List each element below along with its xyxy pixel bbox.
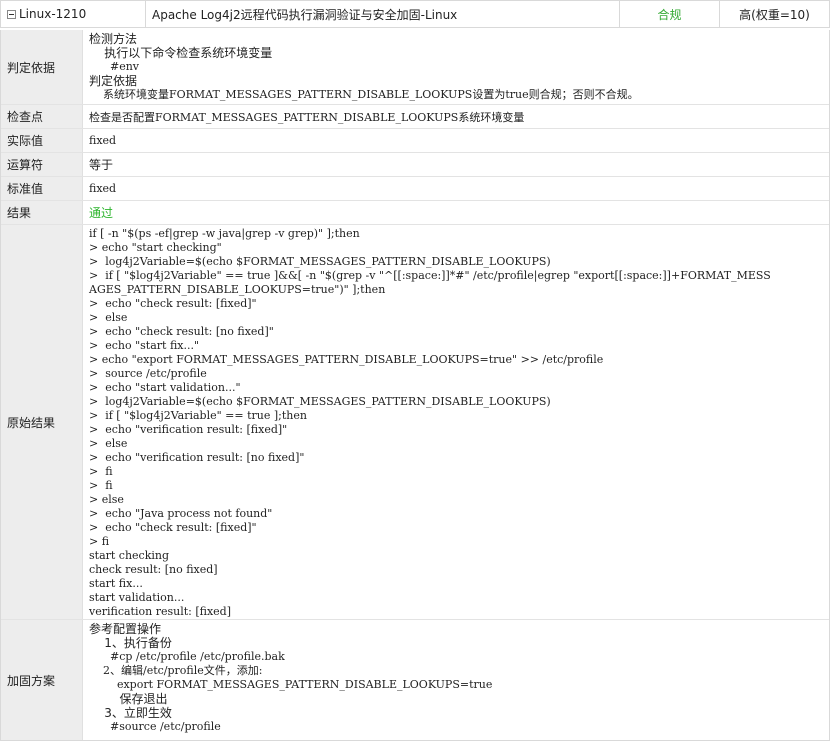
raw-line: > fi (89, 479, 113, 492)
fix-plan-value: 参考配置操作 1、执行备份 #cp /etc/profile /etc/prof… (83, 620, 829, 740)
fix-line: #source /etc/profile (89, 720, 221, 733)
row-label: 加固方案 (1, 620, 83, 740)
raw-line: > if [ "$log4j2Variable" == true ];then (89, 409, 307, 422)
raw-line: check result: [no fixed] (89, 563, 218, 576)
standard-value: fixed (89, 182, 117, 195)
row-label: 检查点 (1, 105, 83, 128)
basis-line: #env (89, 60, 140, 73)
item-id-cell: Linux-1210 (1, 1, 146, 27)
raw-line: AGES_PATTERN_DISABLE_LOOKUPS=true")" ];t… (89, 283, 386, 296)
row-label: 运算符 (1, 153, 83, 176)
item-id: Linux-1210 (19, 7, 87, 21)
raw-line: > else (89, 493, 124, 506)
basis-line: 系统环境变量FORMAT_MESSAGES_PATTERN_DISABLE_LO… (89, 88, 639, 101)
raw-line: > echo "start checking" (89, 241, 222, 254)
row-fix-plan: 加固方案 参考配置操作 1、执行备份 #cp /etc/profile /etc… (1, 620, 829, 740)
detail-table: 判定依据 检测方法 执行以下命令检查系统环境变量 #env 判定依据 系统环境变… (0, 30, 830, 741)
basis-value: 检测方法 执行以下命令检查系统环境变量 #env 判定依据 系统环境变量FORM… (83, 30, 829, 104)
risk-level-cell: 高(权重=10) (720, 1, 829, 27)
fix-line: export FORMAT_MESSAGES_PATTERN_DISABLE_L… (89, 678, 493, 691)
basis-line: 执行以下命令检查系统环境变量 (89, 46, 273, 60)
compliance-status-cell: 合规 (620, 1, 720, 27)
raw-line: > echo "check result: [fixed]" (89, 297, 257, 310)
raw-line: > else (89, 311, 128, 324)
fix-line: 1、执行备份 (89, 636, 172, 650)
fix-line: 参考配置操作 (89, 622, 162, 636)
row-operator: 运算符 等于 (1, 153, 829, 177)
raw-line: start fix... (89, 577, 143, 590)
item-title: Apache Log4j2远程代码执行漏洞验证与安全加固-Linux (152, 7, 458, 22)
operator-value: 等于 (89, 158, 114, 172)
row-basis: 判定依据 检测方法 执行以下命令检查系统环境变量 #env 判定依据 系统环境变… (1, 30, 829, 105)
raw-line: > echo "verification result: [fixed]" (89, 423, 288, 436)
raw-line: if [ -n "$(ps -ef|grep -w java|grep -v g… (89, 227, 360, 240)
actual-value: fixed (89, 134, 117, 147)
raw-line: > echo "start validation..." (89, 381, 241, 394)
raw-line: > echo "check result: [no fixed]" (89, 325, 274, 338)
raw-line: > fi (89, 535, 110, 548)
compliance-status: 合规 (657, 7, 682, 22)
raw-line: > if [ "$log4j2Variable" == true ]&&[ -n… (89, 269, 771, 282)
row-label: 标准值 (1, 177, 83, 200)
fix-line: 2、编辑/etc/profile文件，添加: (89, 664, 263, 677)
row-check-point: 检查点 检查是否配置FORMAT_MESSAGES_PATTERN_DISABL… (1, 105, 829, 129)
fix-line: 3、立即生效 (89, 706, 172, 720)
result-value: 通过 (89, 206, 114, 220)
risk-level: 高(权重=10) (739, 7, 810, 22)
raw-line: start checking (89, 549, 170, 562)
check-point-value: 检查是否配置FORMAT_MESSAGES_PATTERN_DISABLE_LO… (89, 110, 525, 124)
raw-line: > source /etc/profile (89, 367, 207, 380)
fix-line: 保存退出 (89, 692, 168, 706)
fix-line: #cp /etc/profile /etc/profile.bak (89, 650, 285, 663)
raw-line: > fi (89, 465, 113, 478)
row-label: 原始结果 (1, 225, 83, 619)
row-label: 判定依据 (1, 30, 83, 104)
raw-line: > echo "Java process not found" (89, 507, 273, 520)
row-label: 实际值 (1, 129, 83, 152)
raw-line: > log4j2Variable=$(echo $FORMAT_MESSAGES… (89, 395, 551, 408)
item-header-row[interactable]: Linux-1210 Apache Log4j2远程代码执行漏洞验证与安全加固-… (0, 0, 830, 28)
row-standard-value: 标准值 fixed (1, 177, 829, 201)
basis-line: 判定依据 (89, 74, 138, 88)
raw-line: verification result: [fixed] (89, 605, 232, 618)
raw-line: > echo "check result: [fixed]" (89, 521, 257, 534)
raw-line: > else (89, 437, 128, 450)
row-raw-output: 原始结果 if [ -n "$(ps -ef|grep -w java|grep… (1, 225, 829, 620)
basis-line: 检测方法 (89, 32, 138, 46)
raw-line: > echo "export FORMAT_MESSAGES_PATTERN_D… (89, 353, 604, 366)
row-result: 结果 通过 (1, 201, 829, 225)
item-title-cell: Apache Log4j2远程代码执行漏洞验证与安全加固-Linux (146, 1, 620, 27)
row-actual-value: 实际值 fixed (1, 129, 829, 153)
row-label: 结果 (1, 201, 83, 224)
raw-line: start validation... (89, 591, 185, 604)
raw-line: > log4j2Variable=$(echo $FORMAT_MESSAGES… (89, 255, 551, 268)
raw-line: > echo "start fix..." (89, 339, 200, 352)
collapse-toggle-icon[interactable] (7, 9, 16, 19)
raw-output-value: if [ -n "$(ps -ef|grep -w java|grep -v g… (83, 225, 829, 619)
raw-line: > echo "verification result: [no fixed]" (89, 451, 305, 464)
